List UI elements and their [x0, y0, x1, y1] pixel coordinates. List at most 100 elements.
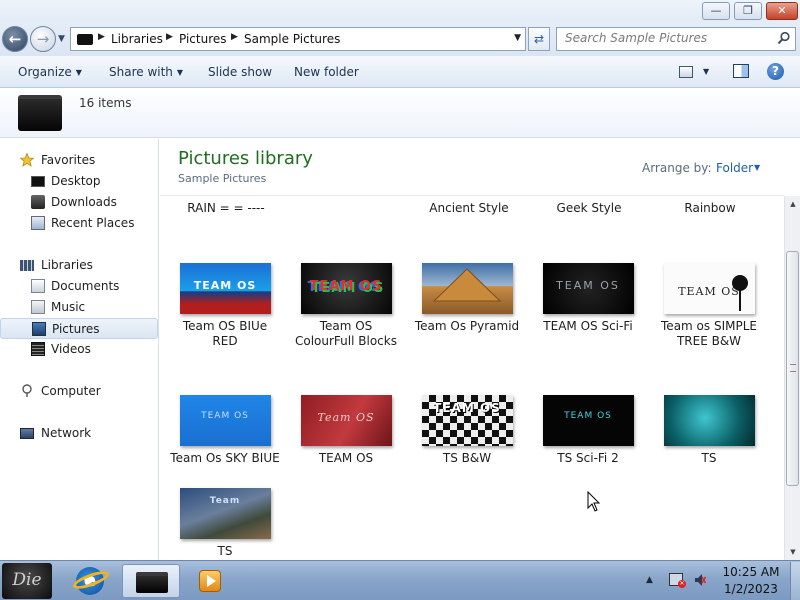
file-view: Pictures library Sample Pictures Arrange…: [160, 139, 784, 560]
image-thumbnail: [421, 263, 513, 314]
minimize-button[interactable]: —: [702, 2, 730, 20]
file-caption: TS B&W: [442, 451, 492, 465]
file-caption: Team os SIMPLE TREE B&W: [661, 319, 757, 348]
computer-icon: [22, 384, 32, 397]
maximize-button[interactable]: ❐: [734, 2, 762, 20]
taskbar-media-player[interactable]: [186, 564, 244, 598]
vertical-scrollbar[interactable]: ▲ ▼: [784, 196, 800, 560]
image-thumbnail: TEAM OS: [300, 263, 392, 314]
libraries-icon: [20, 260, 34, 271]
image-thumbnail: Team OS: [300, 395, 392, 446]
image-thumbnail: TEAM OS: [542, 263, 634, 314]
details-header: 16 items: [0, 88, 800, 138]
preview-pane-icon[interactable]: [733, 64, 749, 78]
file-item[interactable]: TEAM OS TEAM OS Sci-Fi: [533, 263, 643, 334]
file-caption-partial[interactable]: Rainbow: [650, 201, 770, 216]
sidebar-item-downloads[interactable]: Downloads: [0, 192, 158, 213]
taskbar-windows-explorer[interactable]: [122, 564, 180, 598]
sidebar-item-music[interactable]: Music: [0, 297, 158, 318]
file-item[interactable]: TEAM OS TS Sci-Fi 2: [533, 395, 643, 466]
file-caption: Team Os SKY BIUE: [170, 451, 280, 465]
sidebar-item-network[interactable]: Network: [0, 423, 158, 444]
sidebar-item-label: Documents: [51, 279, 120, 293]
new-folder-button[interactable]: New folder: [294, 65, 359, 79]
show-desktop-button[interactable]: [790, 562, 800, 600]
clock-time[interactable]: 10:25 AM: [718, 565, 784, 579]
share-with-menu[interactable]: Share with ▼: [109, 65, 183, 79]
share-with-label: Share with: [109, 65, 173, 79]
file-item[interactable]: Team OS TEAM OS: [291, 395, 401, 466]
file-caption: Team Os Pyramid: [414, 319, 520, 333]
organize-menu[interactable]: Organize ▼: [18, 65, 82, 79]
taskbar-internet-explorer[interactable]: e: [62, 564, 120, 598]
sidebar-item-favorites[interactable]: Favorites: [0, 150, 158, 171]
file-caption: TEAM OS: [318, 451, 374, 465]
sidebar-item-documents[interactable]: Documents: [0, 276, 158, 297]
address-bar[interactable]: ▶ Libraries ▶ Pictures ▶ Sample Pictures…: [70, 27, 526, 51]
breadcrumb-arrow-icon[interactable]: ▶: [98, 32, 105, 42]
breadcrumb-arrow-icon[interactable]: ▶: [231, 32, 238, 42]
scroll-thumb[interactable]: [786, 251, 799, 486]
file-item[interactable]: TS: [654, 395, 764, 466]
chevron-down-icon[interactable]: ▼: [514, 33, 521, 43]
address-row: ← → ▼ ▶ Libraries ▶ Pictures ▶ Sample Pi…: [0, 22, 800, 56]
sidebar-item-label: Computer: [41, 384, 101, 398]
back-button[interactable]: ←: [2, 26, 28, 52]
sidebar-item-computer[interactable]: Computer: [0, 381, 158, 402]
breadcrumb-pictures[interactable]: Pictures: [179, 32, 227, 46]
folder-thumbnail: [18, 95, 62, 131]
scroll-down-arrow-icon[interactable]: ▼: [786, 545, 800, 559]
file-caption-partial[interactable]: Ancient Style: [409, 201, 529, 216]
sidebar-item-pictures[interactable]: Pictures: [0, 318, 158, 339]
refresh-button[interactable]: ⇄: [528, 27, 550, 51]
pictures-icon: [32, 322, 46, 336]
file-item[interactable]: TEAM OS TS B&W: [412, 395, 522, 466]
file-caption-partial[interactable]: Geek Style: [529, 201, 649, 216]
recent-places-icon: [31, 216, 45, 230]
volume-icon[interactable]: [694, 573, 706, 587]
downloads-icon: [31, 195, 45, 209]
chevron-down-icon[interactable]: ▼: [754, 163, 760, 172]
music-icon: [31, 300, 45, 314]
file-item[interactable]: TEAM OS Team OS BIUe RED: [170, 263, 280, 349]
image-thumbnail: Team: [179, 488, 271, 539]
breadcrumb-arrow-icon[interactable]: ▶: [166, 32, 173, 42]
clock-date[interactable]: 1/2/2023: [718, 582, 784, 596]
file-item[interactable]: Team Os Pyramid: [412, 263, 522, 334]
change-view-icon[interactable]: [679, 66, 693, 78]
sidebar-item-desktop[interactable]: Desktop: [0, 171, 158, 192]
file-caption: Team OS BIUe RED: [182, 319, 268, 348]
sidebar-item-videos[interactable]: Videos: [0, 339, 158, 360]
file-item[interactable]: TEAM OS Team Os SKY BIUE: [170, 395, 280, 466]
image-thumbnail: TEAM OS: [663, 263, 755, 314]
help-icon[interactable]: ?: [767, 63, 784, 80]
network-icon: [20, 428, 34, 439]
start-button[interactable]: Die: [2, 563, 52, 599]
sidebar-item-libraries[interactable]: Libraries: [0, 255, 158, 276]
arrange-by-dropdown[interactable]: Folder: [716, 161, 753, 175]
slide-show-button[interactable]: Slide show: [208, 65, 272, 79]
file-item[interactable]: TEAM OS Team os SIMPLE TREE B&W: [654, 263, 764, 349]
chevron-down-icon: ▼: [176, 68, 184, 77]
show-hidden-icons-icon[interactable]: ▲: [646, 575, 653, 585]
file-caption: TS: [701, 451, 717, 465]
image-thumbnail: TEAM OS: [421, 395, 513, 446]
file-item[interactable]: TEAM OS Team OS ColourFull Blocks: [291, 263, 401, 349]
scroll-up-arrow-icon[interactable]: ▲: [786, 197, 800, 211]
search-icon[interactable]: [777, 31, 791, 45]
image-thumbnail: TEAM OS: [542, 395, 634, 446]
file-caption-partial[interactable]: RAIN = = ----: [166, 201, 286, 216]
recent-pages-dropdown[interactable]: ▼: [58, 34, 65, 44]
search-box[interactable]: [556, 27, 796, 51]
file-caption: Team OS ColourFull Blocks: [295, 319, 397, 348]
file-item[interactable]: Team TS: [170, 488, 280, 559]
search-input[interactable]: [565, 31, 765, 45]
breadcrumb-sample-pictures[interactable]: Sample Pictures: [244, 32, 340, 46]
breadcrumb-libraries[interactable]: Libraries: [111, 32, 163, 46]
close-button[interactable]: ✕: [766, 2, 798, 20]
forward-button[interactable]: →: [30, 26, 56, 52]
chevron-down-icon[interactable]: ▼: [703, 67, 709, 76]
sidebar-item-label: Downloads: [51, 195, 117, 209]
sidebar-item-recent-places[interactable]: Recent Places: [0, 213, 158, 234]
star-icon: [20, 153, 34, 167]
